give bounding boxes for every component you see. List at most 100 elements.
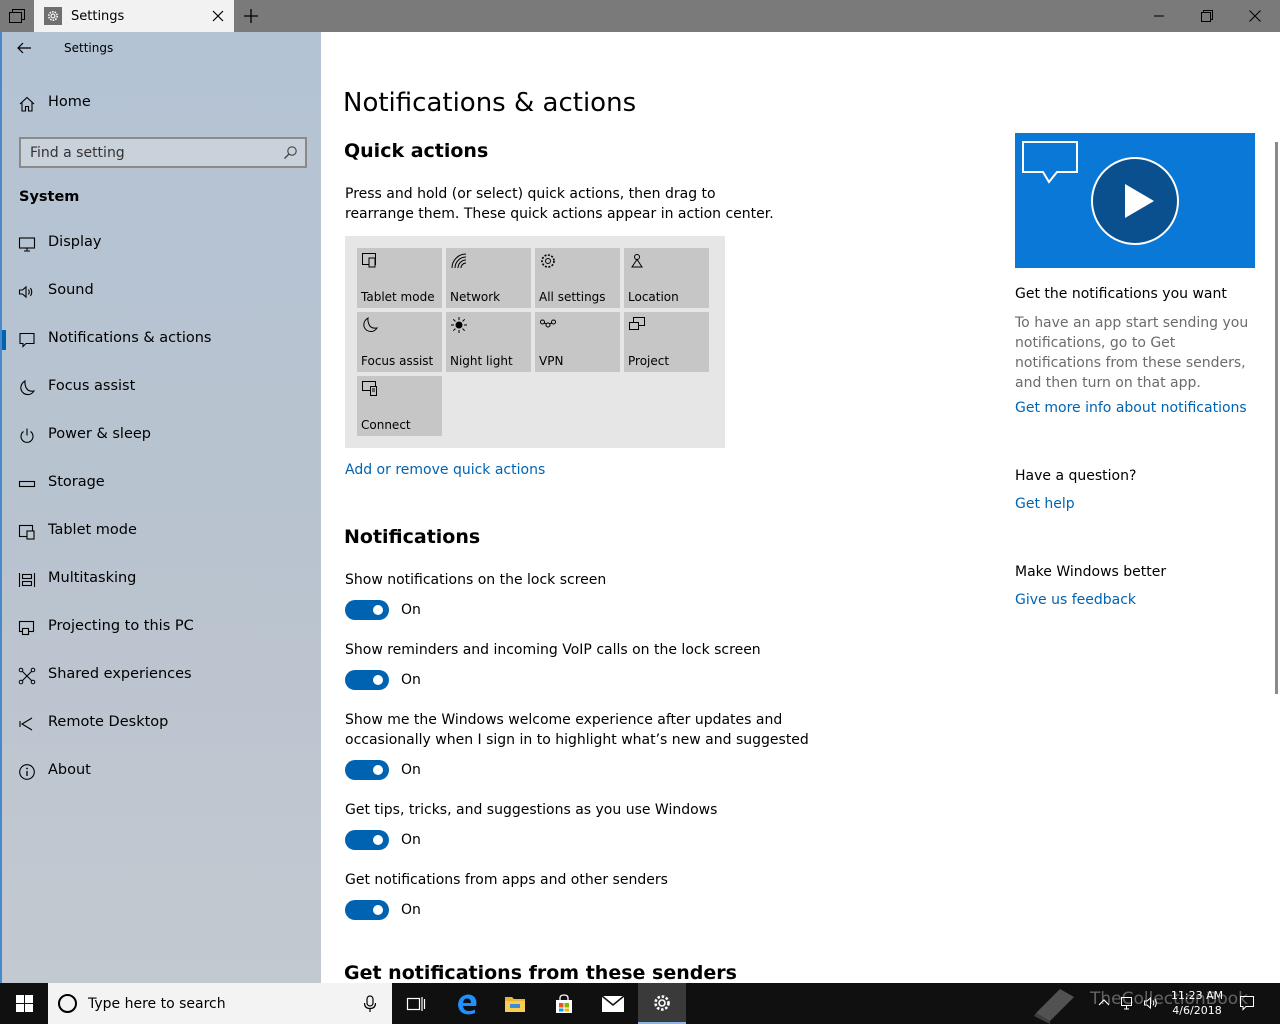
toggle-state: On bbox=[401, 902, 421, 918]
quick-action-tile-tablet-mode[interactable]: Tablet mode bbox=[357, 248, 442, 308]
sidebar-item-tablet-mode[interactable]: Tablet mode bbox=[2, 512, 321, 552]
taskbar-search-box[interactable]: Type here to search bbox=[48, 983, 392, 1024]
notifications-video-thumbnail[interactable] bbox=[1015, 133, 1255, 268]
projecting-icon bbox=[18, 620, 35, 636]
sidebar-item-focus-assist[interactable]: Focus assist bbox=[2, 368, 321, 408]
app-notifications-toggle[interactable] bbox=[345, 900, 389, 920]
quick-action-tile-network[interactable]: Network bbox=[446, 248, 531, 308]
setting-label: Show reminders and incoming VoIP calls o… bbox=[345, 642, 761, 658]
settings-taskbar-button[interactable] bbox=[638, 983, 686, 1024]
tab-close-button[interactable] bbox=[210, 8, 226, 24]
sidebar-item-power-sleep[interactable]: Power & sleep bbox=[2, 416, 321, 456]
sidebar-item-label: Display bbox=[48, 234, 102, 250]
restore-icon bbox=[1201, 10, 1213, 22]
sidebar-item-notifications[interactable]: Notifications & actions bbox=[2, 320, 321, 360]
app-title: Settings bbox=[64, 41, 114, 55]
clock-time: 11:23 AM bbox=[1170, 989, 1224, 1002]
project-icon bbox=[629, 317, 645, 330]
volume-tray-icon[interactable] bbox=[1143, 995, 1159, 1011]
sidebar-item-label: Projecting to this PC bbox=[48, 618, 194, 634]
watermark-logo-icon bbox=[1034, 989, 1074, 1024]
voip-reminders-toggle[interactable] bbox=[345, 670, 389, 690]
quick-action-tile-vpn[interactable]: VPN bbox=[535, 312, 620, 372]
welcome-experience-toggle[interactable] bbox=[345, 760, 389, 780]
add-remove-quick-actions-link[interactable]: Add or remove quick actions bbox=[345, 462, 545, 478]
sidebar-item-label: Shared experiences bbox=[48, 666, 192, 682]
storage-icon bbox=[18, 480, 36, 488]
minimize-button[interactable] bbox=[1135, 0, 1183, 32]
close-window-button[interactable] bbox=[1231, 0, 1279, 32]
action-center-icon[interactable] bbox=[1239, 995, 1255, 1011]
sidebar-item-projecting[interactable]: Projecting to this PC bbox=[2, 608, 321, 648]
gear-icon bbox=[541, 254, 555, 268]
play-icon bbox=[1091, 157, 1179, 245]
taskbar: Type here to search TheCollectionBook 11… bbox=[0, 983, 1280, 1024]
new-tab-button[interactable] bbox=[240, 6, 262, 26]
tips-suggestions-toggle[interactable] bbox=[345, 830, 389, 850]
tip-text: To have an app start sending you notific… bbox=[1015, 315, 1249, 391]
shared-experiences-icon bbox=[18, 667, 36, 685]
sidebar-item-label: Tablet mode bbox=[48, 522, 137, 538]
quick-action-tile-night-light[interactable]: Night light bbox=[446, 312, 531, 372]
quick-action-tile-connect[interactable]: Connect bbox=[357, 376, 442, 436]
speaker-icon bbox=[18, 285, 33, 299]
toggle-state: On bbox=[401, 672, 421, 688]
task-view-icon bbox=[406, 996, 426, 1011]
home-icon bbox=[19, 96, 35, 112]
main-content: Notifications & actions Quick actions Pr… bbox=[321, 32, 1280, 983]
find-setting-input[interactable] bbox=[21, 139, 271, 166]
chevron-up-icon[interactable] bbox=[1096, 995, 1112, 1011]
close-icon bbox=[212, 10, 224, 22]
power-icon bbox=[20, 428, 34, 443]
mail-button[interactable] bbox=[589, 983, 637, 1024]
sidebar-item-label: Notifications & actions bbox=[48, 330, 212, 346]
sidebar-item-storage[interactable]: Storage bbox=[2, 464, 321, 504]
get-help-link[interactable]: Get help bbox=[1015, 496, 1075, 512]
sidebar-item-remote-desktop[interactable]: Remote Desktop bbox=[2, 704, 321, 744]
connect-icon bbox=[362, 381, 377, 396]
task-view-button[interactable] bbox=[392, 983, 440, 1024]
more-info-notifications-link[interactable]: Get more info about notifications bbox=[1015, 400, 1247, 416]
sidebar-item-about[interactable]: About bbox=[2, 752, 321, 792]
lock-screen-notifications-toggle[interactable] bbox=[345, 600, 389, 620]
file-explorer-button[interactable] bbox=[491, 983, 539, 1024]
notification-icon bbox=[19, 332, 35, 348]
sidebar-item-multitasking[interactable]: Multitasking bbox=[2, 560, 321, 600]
setting-label: Show notifications on the lock screen bbox=[345, 572, 607, 588]
settings-tab[interactable]: Settings bbox=[34, 0, 234, 32]
quick-action-label: All settings bbox=[539, 290, 606, 304]
give-feedback-link[interactable]: Give us feedback bbox=[1015, 592, 1136, 608]
quick-action-tile-location[interactable]: Location bbox=[624, 248, 709, 308]
clock[interactable]: 11:23 AM 4/6/2018 bbox=[1166, 988, 1228, 1018]
sidebar-item-shared-experiences[interactable]: Shared experiences bbox=[2, 656, 321, 696]
edge-browser-button[interactable] bbox=[443, 983, 491, 1024]
toggle-state: On bbox=[401, 762, 421, 778]
restore-button[interactable] bbox=[1183, 0, 1231, 32]
tablet-mode-icon bbox=[18, 524, 35, 540]
quick-action-label: Location bbox=[628, 290, 679, 304]
sidebar-item-sound[interactable]: Sound bbox=[2, 272, 321, 312]
gear-icon bbox=[654, 994, 670, 1011]
quick-action-tile-focus-assist[interactable]: Focus assist bbox=[357, 312, 442, 372]
vpn-icon bbox=[540, 319, 556, 328]
mail-icon bbox=[601, 994, 625, 1012]
quick-action-label: Connect bbox=[361, 418, 411, 432]
find-setting-search[interactable] bbox=[19, 137, 307, 168]
back-button[interactable] bbox=[16, 40, 38, 58]
folder-icon bbox=[505, 996, 525, 1012]
sidebar-item-home[interactable]: Home bbox=[2, 84, 321, 124]
store-button[interactable] bbox=[540, 983, 588, 1024]
start-button[interactable] bbox=[0, 983, 48, 1024]
question-title: Have a question? bbox=[1015, 468, 1137, 484]
microphone-icon bbox=[363, 995, 377, 1012]
quick-action-tile-project[interactable]: Project bbox=[624, 312, 709, 372]
quick-action-tile-all-settings[interactable]: All settings bbox=[535, 248, 620, 308]
network-tray-icon[interactable] bbox=[1120, 995, 1136, 1011]
search-icon bbox=[284, 146, 297, 159]
sidebar-item-display[interactable]: Display bbox=[2, 224, 321, 264]
sidebar-item-label: Sound bbox=[48, 282, 94, 298]
title-bar: Settings bbox=[0, 0, 1280, 32]
tab-list-button[interactable] bbox=[0, 0, 34, 32]
scrollbar[interactable] bbox=[1275, 142, 1278, 694]
toggle-state: On bbox=[401, 832, 421, 848]
